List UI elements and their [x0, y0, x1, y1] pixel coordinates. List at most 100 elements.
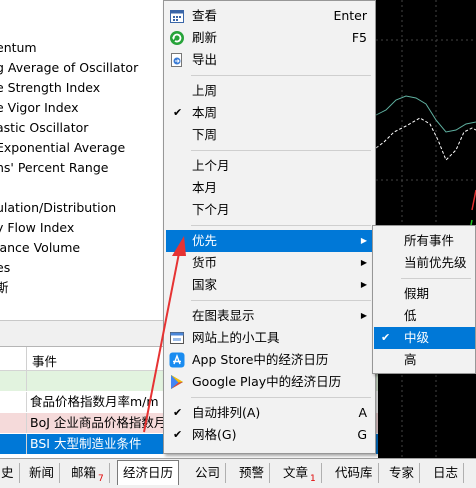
menu-item-auto-arrange[interactable]: ✔ 自动排列(A) A [166, 402, 373, 424]
submenu-item-current-priority[interactable]: 当前优先级 [374, 252, 475, 274]
tab-economic-calendar[interactable]: 经济日历 [117, 460, 180, 485]
tab-label: 经济日历 [123, 465, 174, 480]
menu-item-label: 下个月 [192, 202, 230, 217]
menu-item-label: 自动排列(A) [192, 405, 261, 420]
event-cell: BoJ 企业商品价格指数月 [30, 415, 167, 430]
table-cell [0, 392, 27, 412]
column-header-event[interactable]: 事件 [32, 351, 57, 370]
google-play-icon [169, 374, 185, 390]
menu-item-next-week[interactable]: 下周 [166, 124, 373, 146]
indicator-item[interactable] [0, 178, 138, 198]
menu-item-label: 查看 [192, 8, 218, 23]
menu-item-label: 国家 [192, 277, 218, 292]
indicator-item[interactable]: entum [0, 38, 138, 58]
event-cell: BSI 大型制造业条件 [30, 436, 142, 451]
menu-item-country[interactable]: 国家 ▶ [166, 274, 373, 296]
menu-item-label: 上个月 [192, 158, 230, 173]
tab-label: 邮箱 [71, 465, 97, 480]
menu-item-last-month[interactable]: 上个月 [166, 155, 373, 177]
indicator-item[interactable]: e Strength Index [0, 78, 138, 98]
menu-item-label: 下周 [192, 127, 218, 142]
tab-alerts[interactable]: 预警 [234, 463, 271, 483]
terminal-tab-bar: 史 新闻 邮箱 7 经济日历 公司 预警 文章 1 代码库 专家 日志 [0, 458, 476, 488]
indicator-item[interactable]: y Flow Index [0, 218, 138, 238]
submenu-item-high[interactable]: 高 [374, 349, 475, 371]
indicator-item[interactable]: astic Oscillator [0, 118, 138, 138]
menu-item-label: 高 [404, 352, 417, 367]
indicator-item[interactable]: 斯 [0, 278, 138, 298]
menu-shortcut: Enter [333, 8, 367, 23]
submenu-arrow-icon: ▶ [360, 258, 367, 267]
menu-item-refresh[interactable]: 刷新 F5 [166, 27, 373, 49]
table-cell [0, 434, 27, 454]
submenu-arrow-icon: ▶ [360, 311, 367, 320]
tab-label: 文章 [283, 465, 309, 480]
refresh-icon [169, 30, 185, 46]
tab-badge: 7 [98, 474, 104, 484]
menu-separator [191, 225, 371, 226]
submenu-item-all-events[interactable]: 所有事件 [374, 230, 475, 252]
menu-shortcut: F5 [351, 30, 367, 45]
submenu-item-low[interactable]: 低 [374, 305, 475, 327]
table-cell [0, 371, 27, 391]
menu-item-view[interactable]: 查看 Enter [166, 5, 373, 27]
priority-submenu: 所有事件 当前优先级 假期 低 ✔ 中级 高 [372, 225, 476, 374]
menu-item-currency[interactable]: 货币 ▶ [166, 252, 373, 274]
menu-item-label: 所有事件 [404, 233, 455, 248]
menu-item-label: 当前优先级 [404, 255, 467, 270]
tab-journal[interactable]: 日志 [428, 463, 465, 483]
tab-mailbox[interactable]: 邮箱 7 [66, 463, 110, 484]
event-cell: 食品价格指数月率m/m [30, 394, 159, 409]
menu-item-export[interactable]: 导出 [166, 49, 373, 71]
submenu-item-medium[interactable]: ✔ 中级 [374, 327, 475, 349]
menu-item-label: 网站上的小工具 [192, 330, 280, 345]
tab-badge: 1 [310, 474, 316, 484]
export-icon [169, 52, 185, 68]
menu-separator [401, 278, 471, 279]
column-separator[interactable] [26, 347, 27, 370]
menu-item-last-week[interactable]: 上周 [166, 80, 373, 102]
menu-item-label: 导出 [192, 52, 218, 67]
checkmark-icon: ✔ [173, 406, 183, 419]
menu-item-next-month[interactable]: 下个月 [166, 199, 373, 221]
menu-item-label: 货币 [192, 255, 218, 270]
submenu-item-holiday[interactable]: 假期 [374, 283, 475, 305]
checkmark-icon: ✔ [381, 331, 391, 344]
app-store-icon [169, 352, 185, 368]
table-cell [0, 413, 27, 433]
indicator-item[interactable]: ns' Percent Range [0, 158, 138, 178]
checkmark-icon: ✔ [173, 106, 183, 119]
tab-label: 专家 [389, 465, 415, 480]
menu-separator [191, 300, 371, 301]
indicator-item[interactable]: lance Volume [0, 238, 138, 258]
indicator-item[interactable]: es [0, 258, 138, 278]
menu-item-web-widget[interactable]: 网站上的小工具 [166, 327, 373, 349]
indicator-item[interactable]: g Average of Oscillator [0, 58, 138, 78]
menu-item-priority[interactable]: 优先 ▶ [166, 230, 373, 252]
indicator-item[interactable]: ulation/Distribution [0, 198, 138, 218]
tab-company[interactable]: 公司 [190, 463, 227, 483]
indicator-item[interactable]: Exponential Average [0, 138, 138, 158]
tab-articles[interactable]: 文章 1 [278, 463, 322, 484]
menu-item-this-week[interactable]: ✔ 本周 [166, 102, 373, 124]
tab-experts[interactable]: 专家 [384, 463, 421, 483]
menu-separator [191, 150, 371, 151]
menu-item-label: 假期 [404, 286, 430, 301]
menu-item-google-play[interactable]: Google Play中的经济日历 [166, 371, 373, 393]
calendar-icon [169, 8, 185, 24]
tab-label: 新闻 [29, 465, 55, 480]
indicator-item[interactable]: e Vigor Index [0, 98, 138, 118]
menu-shortcut: G [357, 427, 367, 442]
widget-icon [169, 330, 185, 346]
tab-news[interactable]: 新闻 [24, 463, 61, 483]
tab-history[interactable]: 史 [0, 463, 20, 483]
menu-item-app-store[interactable]: App Store中的经济日历 [166, 349, 373, 371]
menu-item-label: 本月 [192, 180, 218, 195]
tab-code-base[interactable]: 代码库 [330, 463, 379, 483]
menu-item-grid[interactable]: ✔ 网格(G) G [166, 424, 373, 446]
menu-item-label: App Store中的经济日历 [192, 352, 329, 367]
submenu-arrow-icon: ▶ [360, 280, 367, 289]
menu-item-show-on-chart[interactable]: 在图表显示 ▶ [166, 305, 373, 327]
menu-item-this-month[interactable]: 本月 [166, 177, 373, 199]
chart-signal-line [375, 117, 476, 161]
